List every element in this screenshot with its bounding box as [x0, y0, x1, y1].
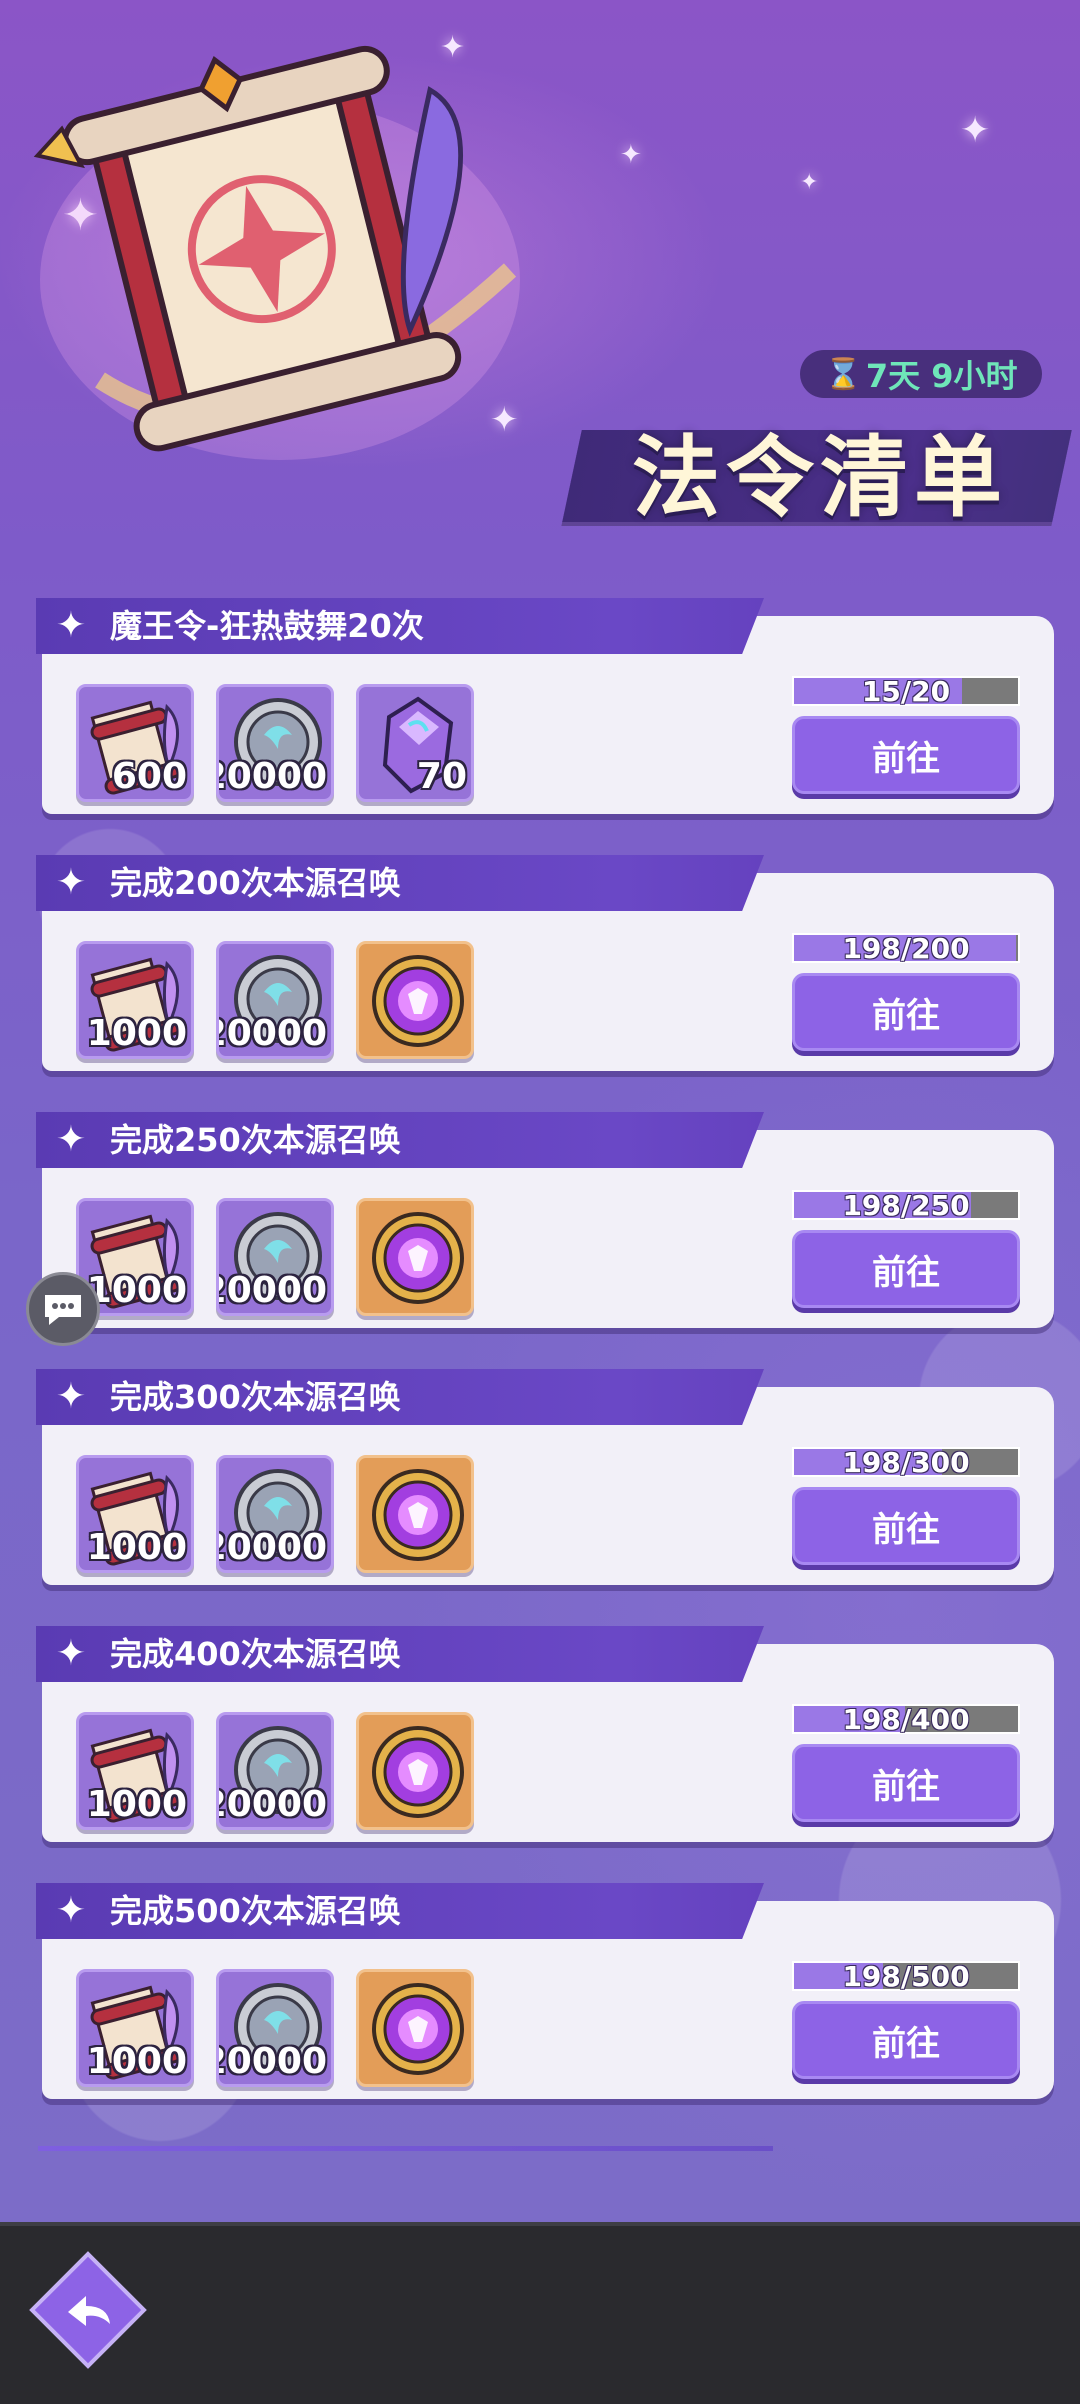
- reward-amount: 1000: [86, 1270, 187, 1311]
- go-button[interactable]: 前往: [792, 1744, 1020, 1822]
- reward-item[interactable]: [356, 1969, 474, 2087]
- chat-icon-glyph: [45, 1295, 81, 1325]
- list-end-divider: [38, 2146, 773, 2151]
- reward-amount: 20000: [219, 1527, 327, 1568]
- task-card: ✦ 完成250次本源召唤 1000 20000 198/250 前往: [36, 1112, 1054, 1328]
- task-title: 完成200次本源召唤: [110, 864, 401, 902]
- go-button[interactable]: 前往: [792, 973, 1020, 1051]
- reward-item[interactable]: 1000: [76, 1455, 194, 1573]
- progress-text: 198/200: [842, 931, 970, 965]
- task-progress-bar: 198/500: [792, 1959, 1020, 1993]
- task-progress-bar: 15/20: [792, 674, 1020, 708]
- task-progress-bar: 198/200: [792, 931, 1020, 965]
- chat-bubble-icon[interactable]: [26, 1272, 100, 1346]
- task-title: 完成300次本源召唤: [110, 1378, 401, 1416]
- sparkle-icon: ✦: [55, 1375, 87, 1417]
- sparkle-icon: ✦: [55, 861, 87, 903]
- decree-scroll-illustration: [33, 45, 520, 460]
- progress-text: 198/300: [842, 1445, 970, 1479]
- task-title: 完成500次本源召唤: [110, 1892, 401, 1930]
- reward-item[interactable]: 1000: [76, 1712, 194, 1830]
- task-card: ✦ 魔王令-狂热鼓舞20次 600 20000 70 15/20 前往: [36, 598, 1054, 814]
- task-header: ✦ 完成400次本源召唤: [36, 1626, 764, 1682]
- reward-item[interactable]: 20000: [216, 941, 334, 1059]
- task-title: 完成400次本源召唤: [110, 1635, 401, 1673]
- reward-amount: 20000: [219, 1270, 327, 1311]
- go-button[interactable]: 前往: [792, 1230, 1020, 1308]
- task-header: ✦ 魔王令-狂热鼓舞20次: [36, 598, 764, 654]
- task-header: ✦ 完成300次本源召唤: [36, 1369, 764, 1425]
- sparkle-icon: ✦: [960, 110, 991, 151]
- task-progress-bar: 198/400: [792, 1702, 1020, 1736]
- event-timer: ⌛ 7天 9小时: [800, 350, 1042, 398]
- reward-item[interactable]: 20000: [216, 1198, 334, 1316]
- task-progress-bar: 198/300: [792, 1445, 1020, 1479]
- reward-amount: 20000: [219, 756, 327, 797]
- sparkle-icon: ✦: [55, 1889, 87, 1931]
- reward-item[interactable]: 70: [356, 684, 474, 802]
- timer-text: 7天 9小时: [865, 357, 1018, 395]
- go-button[interactable]: 前往: [792, 1487, 1020, 1565]
- go-button[interactable]: 前往: [792, 2001, 1020, 2079]
- hourglass-icon: ⌛: [824, 356, 862, 392]
- task-card: ✦ 完成300次本源召唤 1000 20000 198/300 前往: [36, 1369, 1054, 1585]
- task-title: 完成250次本源召唤: [110, 1121, 401, 1159]
- reward-amount: 1000: [86, 1784, 187, 1825]
- progress-text: 15/20: [861, 674, 951, 708]
- task-card: ✦ 完成400次本源召唤 1000 20000 198/400 前往: [36, 1626, 1054, 1842]
- page-title: 法令清单: [631, 425, 1008, 529]
- sparkle-icon: ✦: [55, 604, 87, 646]
- progress-text: 198/500: [842, 1959, 970, 1993]
- go-button[interactable]: 前往: [792, 716, 1020, 794]
- back-arrow-icon[interactable]: [28, 2250, 148, 2370]
- reward-amount: 70: [416, 756, 467, 797]
- reward-item[interactable]: 1000: [76, 1969, 194, 2087]
- progress-text: 198/400: [842, 1702, 970, 1736]
- reward-item[interactable]: [356, 1712, 474, 1830]
- reward-amount: 1000: [86, 1013, 187, 1054]
- reward-item[interactable]: [356, 1198, 474, 1316]
- reward-amount: 600: [111, 756, 187, 797]
- sparkle-icon: ✦: [55, 1632, 87, 1674]
- sparkle-icon: ✦: [800, 170, 819, 195]
- progress-text: 198/250: [842, 1188, 970, 1222]
- task-header: ✦ 完成250次本源召唤: [36, 1112, 764, 1168]
- task-header: ✦ 完成200次本源召唤: [36, 855, 764, 911]
- task-progress-bar: 198/250: [792, 1188, 1020, 1222]
- reward-item[interactable]: 20000: [216, 684, 334, 802]
- reward-amount: 20000: [219, 1013, 327, 1054]
- reward-amount: 20000: [219, 1784, 327, 1825]
- reward-item[interactable]: [356, 1455, 474, 1573]
- bottom-bar: [0, 2222, 1080, 2404]
- reward-item[interactable]: 20000: [216, 1969, 334, 2087]
- reward-amount: 1000: [86, 1527, 187, 1568]
- reward-item[interactable]: [356, 941, 474, 1059]
- reward-item[interactable]: 20000: [216, 1455, 334, 1573]
- task-card: ✦ 完成500次本源召唤 1000 20000 198/500 前往: [36, 1883, 1054, 2099]
- reward-item[interactable]: 600: [76, 684, 194, 802]
- task-card: ✦ 完成200次本源召唤 1000 20000 198/200 前往: [36, 855, 1054, 1071]
- task-title: 魔王令-狂热鼓舞20次: [110, 607, 424, 645]
- sparkle-icon: ✦: [620, 140, 642, 170]
- reward-amount: 20000: [219, 2041, 327, 2082]
- task-header: ✦ 完成500次本源召唤: [36, 1883, 764, 1939]
- reward-item[interactable]: 1000: [76, 941, 194, 1059]
- reward-item[interactable]: 20000: [216, 1712, 334, 1830]
- reward-amount: 1000: [86, 2041, 187, 2082]
- sparkle-icon: ✦: [55, 1118, 87, 1160]
